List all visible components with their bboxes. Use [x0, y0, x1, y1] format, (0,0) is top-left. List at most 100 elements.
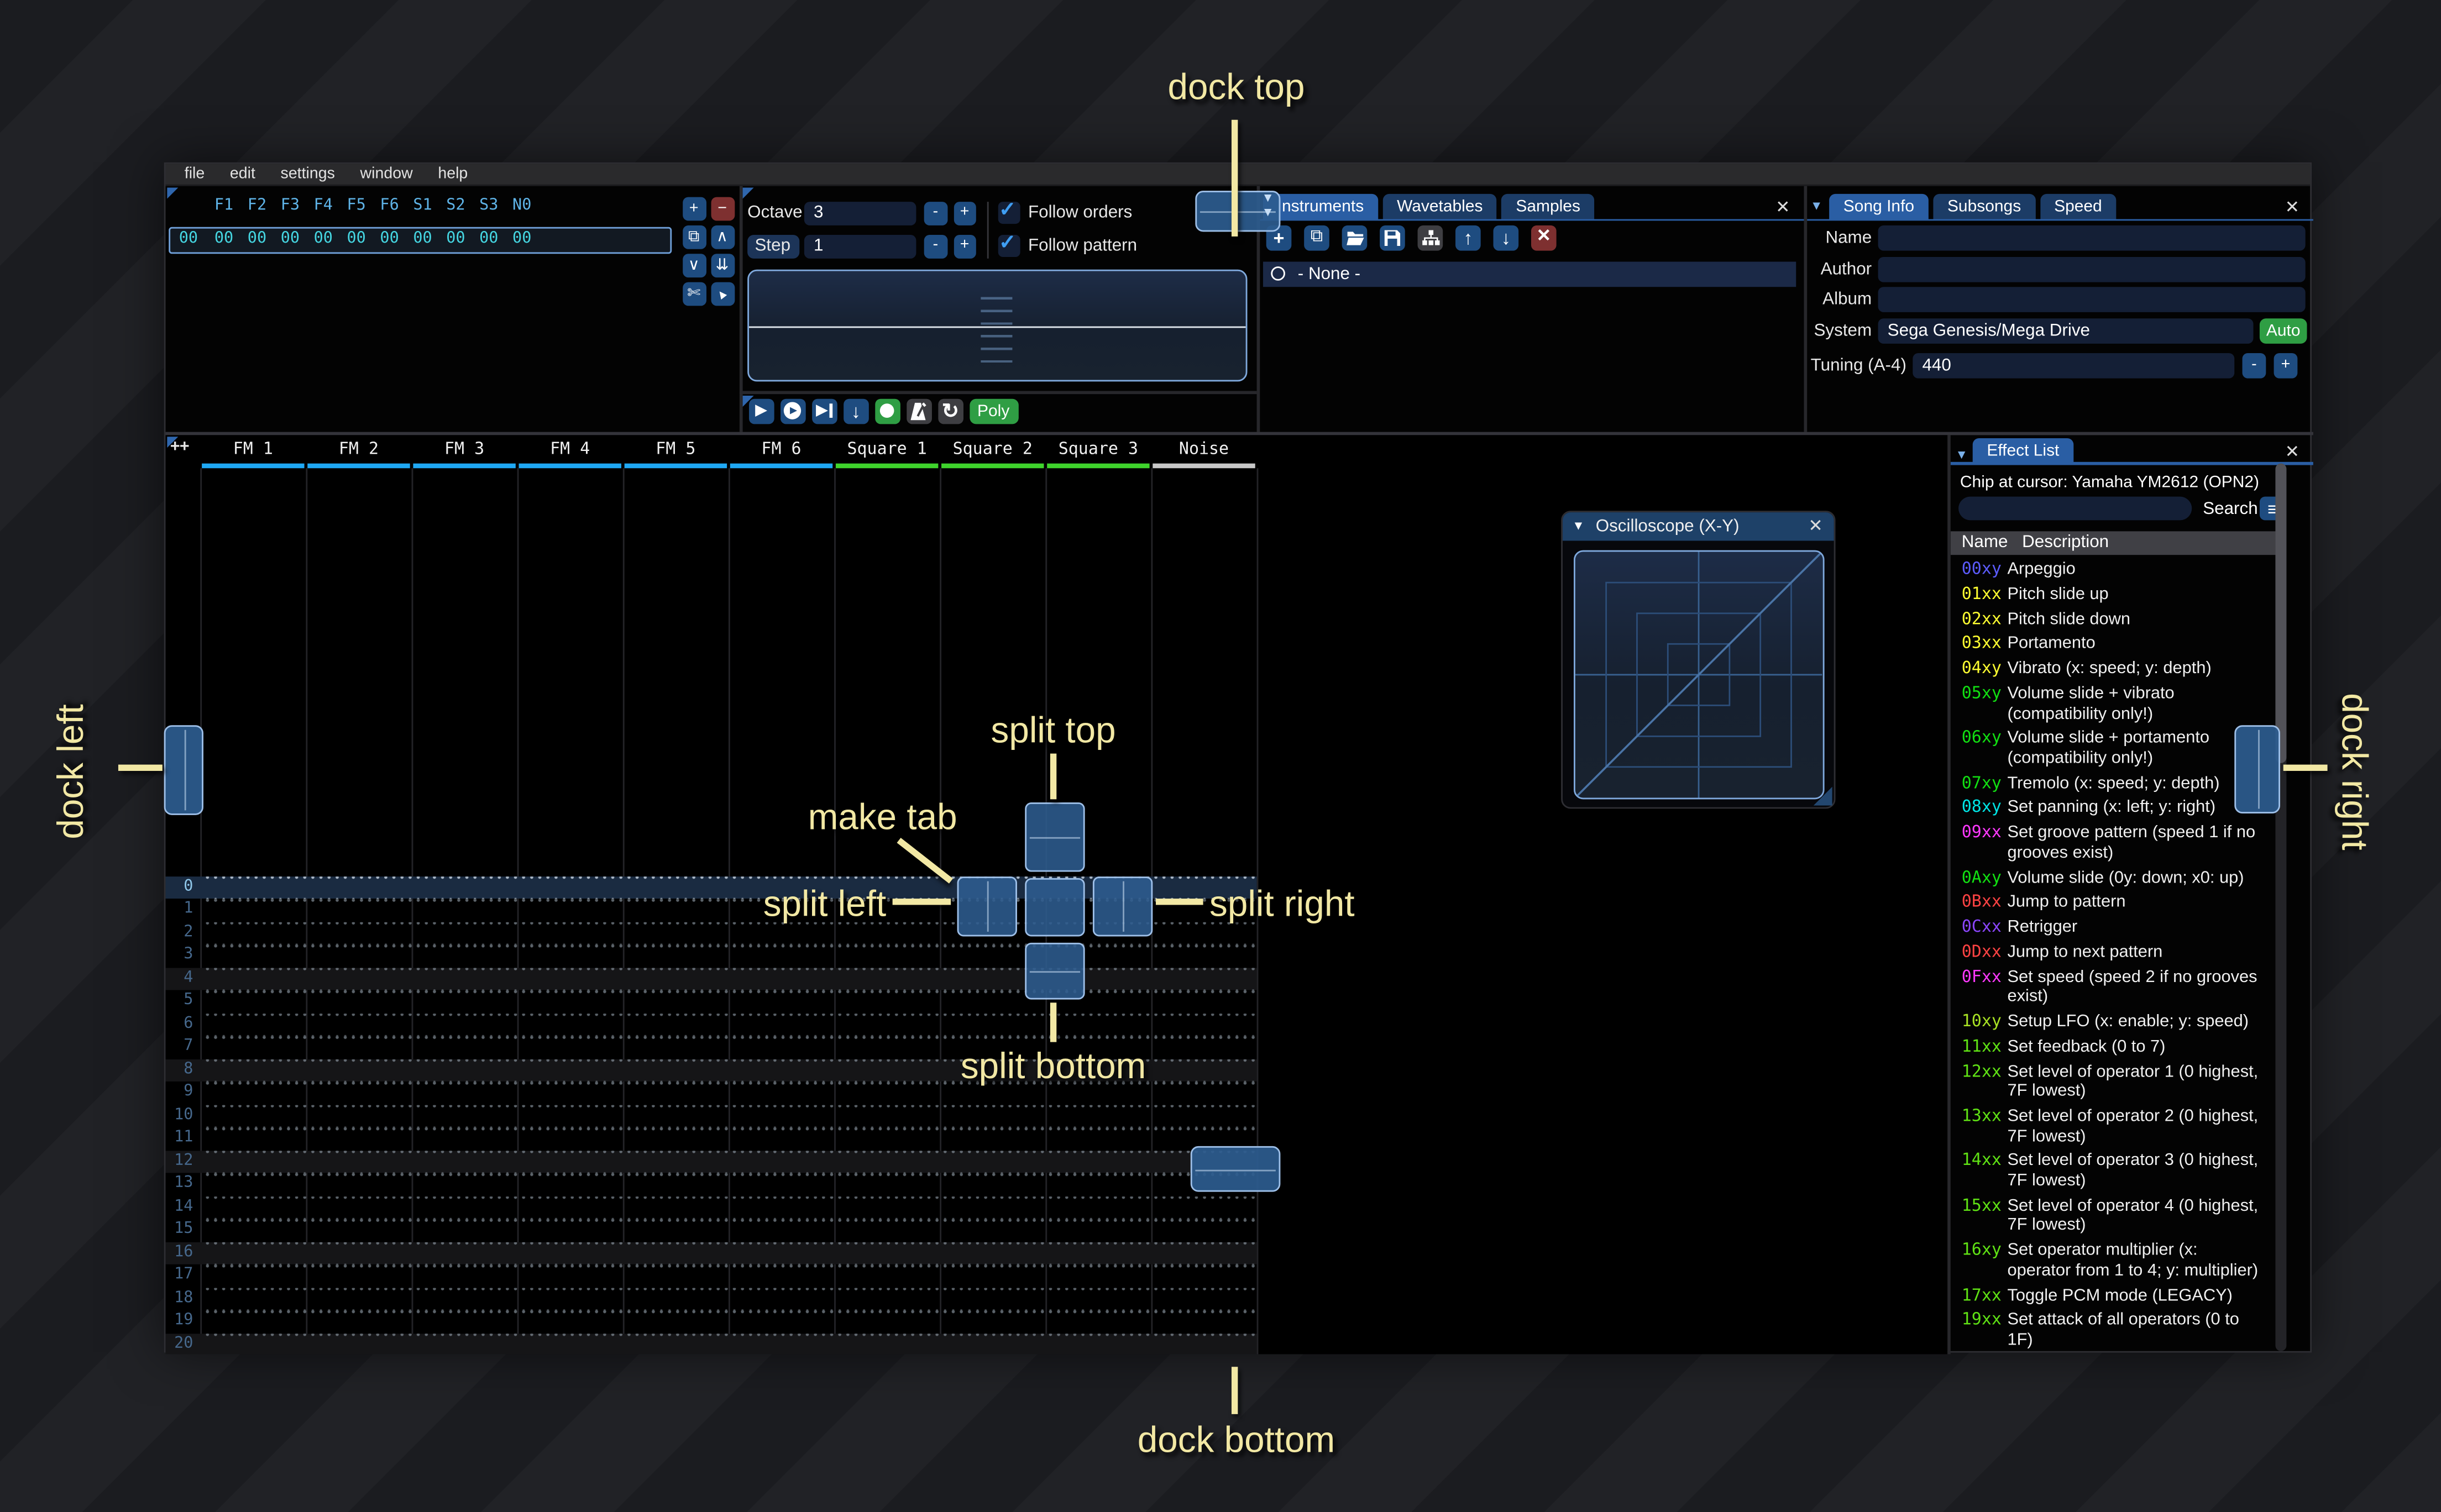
pattern-row[interactable]: 6	[166, 1012, 1257, 1036]
effect-row[interactable]: 06xy Volume slide + portamento (compatibi…	[1962, 729, 2276, 769]
orders-channel-header[interactable]: N0	[505, 196, 538, 213]
channel-header-fm-6[interactable]: FM 6	[729, 439, 834, 459]
name-column-header[interactable]: Name	[1962, 533, 2008, 552]
collapse-icon[interactable]: ▼	[1572, 519, 1585, 533]
effect-row[interactable]: 02xx Pitch slide down	[1962, 610, 2276, 629]
oscilloscope-xy-close-button[interactable]: ✕	[1808, 516, 1822, 536]
repeat-pattern-button[interactable]: ↻	[937, 398, 963, 424]
orders-channel-header[interactable]: F5	[340, 196, 373, 213]
pattern-row[interactable]: 16	[165, 1241, 1257, 1264]
effect-list-collapse-icon[interactable]: ▼	[1955, 448, 1968, 462]
orders-channel-header[interactable]: S2	[439, 196, 472, 213]
follow-orders-checkbox[interactable]: ✓	[997, 197, 1020, 224]
pattern-row[interactable]: 10	[166, 1104, 1257, 1127]
orders-channel-header[interactable]: F2	[240, 196, 274, 213]
effect-list-scrollbar[interactable]	[2275, 463, 2286, 1351]
pattern-row[interactable]: 14	[166, 1195, 1257, 1219]
album-field[interactable]	[1878, 287, 2306, 312]
effect-row[interactable]: 11xx Set feedback (0 to 7)	[1962, 1037, 2276, 1057]
orders-cell[interactable]: 00	[439, 230, 472, 247]
system-field[interactable]: Sega Genesis/Mega Drive	[1878, 318, 2254, 344]
delete-instrument-button[interactable]: ✕	[1531, 224, 1557, 250]
tab-effect-list[interactable]: Effect List	[1972, 438, 2074, 464]
tab-subsongs[interactable]: Subsongs	[1933, 193, 2035, 219]
move-order-up-button[interactable]: ∧	[710, 225, 734, 249]
oscilloscope-xy-window[interactable]: ▼ Oscilloscope (X-Y) ✕	[1561, 511, 1836, 809]
effect-row[interactable]: 00xy Arpeggio	[1962, 560, 2276, 580]
split-right-target[interactable]	[1092, 876, 1153, 937]
open-instrument-button[interactable]	[1342, 224, 1368, 250]
dock-left-target[interactable]	[164, 725, 203, 815]
pattern-row[interactable]: 4	[165, 967, 1257, 990]
tab-wavetables[interactable]: Wavetables	[1382, 193, 1497, 219]
pattern-row[interactable]: 11	[166, 1127, 1257, 1151]
octave-input[interactable]: 3	[804, 201, 916, 225]
effect-row[interactable]: 17xx Toggle PCM mode (LEGACY)	[1962, 1285, 2276, 1305]
effect-row[interactable]: 0Bxx Jump to pattern	[1962, 893, 2276, 913]
channel-header-fm-3[interactable]: FM 3	[412, 439, 517, 459]
pane-separator[interactable]	[739, 186, 743, 432]
effect-list-close-button[interactable]: ✕	[2285, 442, 2299, 462]
metronome-button[interactable]	[905, 398, 932, 424]
orders-channel-header[interactable]: S1	[406, 196, 439, 213]
menu-item-help[interactable]: help	[426, 165, 481, 182]
pattern-row[interactable]: 20	[165, 1332, 1257, 1355]
make-tab-target[interactable]	[1025, 878, 1085, 937]
orders-cell[interactable]: 00	[207, 230, 240, 247]
orders-cell[interactable]: 00	[240, 230, 274, 247]
channel-header-square-3[interactable]: Square 3	[1045, 439, 1151, 459]
effect-row[interactable]: 0Axy Volume slide (0y: down; x0: up)	[1962, 868, 2276, 888]
effect-row[interactable]: 0Cxx Retrigger	[1962, 918, 2276, 938]
pane-separator[interactable]	[739, 391, 1257, 395]
tuning-decrease-button[interactable]: -	[2242, 353, 2266, 379]
order-change-mode-button[interactable]: ▲	[710, 282, 734, 306]
split-bottom-target[interactable]	[1025, 942, 1085, 1000]
pattern-row[interactable]: 12	[165, 1150, 1257, 1173]
instrument-list-item[interactable]: - None -	[1263, 261, 1796, 287]
effect-row[interactable]: 14xx Set level of operator 3 (0 highest, …	[1962, 1152, 2276, 1191]
orders-cell[interactable]: 00	[274, 230, 307, 247]
effect-row[interactable]: 19xx Set attack of all operators (0 to 1F…	[1962, 1310, 2276, 1350]
move-instrument-up-button[interactable]: ↑	[1455, 224, 1481, 250]
pattern-row[interactable]: 5	[166, 990, 1257, 1013]
pattern-row[interactable]: 19	[166, 1310, 1257, 1333]
effect-row[interactable]: 01xx Pitch slide up	[1962, 585, 2276, 605]
effect-row[interactable]: 0Fxx Set speed (speed 2 if no grooves exi…	[1962, 968, 2276, 1007]
pattern-corner-button[interactable]: ++	[170, 438, 189, 455]
menu-item-file[interactable]: file	[172, 165, 217, 182]
play-to-cursor-button[interactable]: ▶	[811, 398, 837, 424]
step-decrease-button[interactable]: -	[924, 234, 947, 259]
tab-speed[interactable]: Speed	[2040, 193, 2117, 219]
effect-row[interactable]: 07xy Tremolo (x: speed; y: depth)	[1962, 774, 2276, 794]
move-instrument-down-button[interactable]: ↓	[1493, 224, 1519, 250]
scrollbar-thumb[interactable]	[2275, 463, 2286, 763]
effect-row[interactable]: 09xx Set groove pattern (speed 1 if no gr…	[1962, 823, 2276, 863]
octave-decrease-button[interactable]: -	[924, 201, 947, 225]
menu-item-window[interactable]: window	[348, 165, 426, 182]
effect-row[interactable]: 12xx Set level of operator 1 (0 highest, …	[1962, 1062, 2276, 1102]
dock-right-target[interactable]	[2234, 725, 2281, 813]
tab-samples[interactable]: Samples	[1501, 193, 1595, 219]
pattern-row[interactable]: 17	[166, 1264, 1257, 1288]
follow-pattern-checkbox[interactable]: ✓	[997, 230, 1020, 257]
effect-row[interactable]: 16xy Set operator multiplier (x: operator…	[1962, 1241, 2276, 1281]
song-info-collapse-icon[interactable]: ▼	[1810, 198, 1823, 213]
orders-cell[interactable]: 00	[472, 230, 505, 247]
menu-item-edit[interactable]: edit	[217, 165, 268, 182]
orders-channel-header[interactable]: F3	[274, 196, 307, 213]
pattern-row[interactable]: 3	[166, 944, 1257, 968]
remove-order-button[interactable]: −	[710, 197, 734, 221]
duplicate-order-end-button[interactable]: ⇊	[710, 254, 734, 278]
tab-song-info[interactable]: Song Info	[1829, 193, 1929, 219]
play-repeat-button[interactable]: ▶	[779, 398, 806, 424]
tuning-increase-button[interactable]: +	[2274, 353, 2298, 379]
orders-cell[interactable]: 00	[505, 230, 538, 247]
pattern-row[interactable]: 13	[166, 1173, 1257, 1196]
name-field[interactable]	[1878, 225, 2306, 251]
orders-row-number[interactable]: 00	[172, 230, 205, 247]
orders-cell[interactable]: 00	[340, 230, 373, 247]
description-column-header[interactable]: Description	[2022, 533, 2109, 552]
step-label[interactable]: Step	[746, 234, 799, 259]
effect-row[interactable]: 03xx Portamento	[1962, 634, 2276, 654]
effect-row[interactable]: 08xy Set panning (x: left; y: right)	[1962, 799, 2276, 818]
